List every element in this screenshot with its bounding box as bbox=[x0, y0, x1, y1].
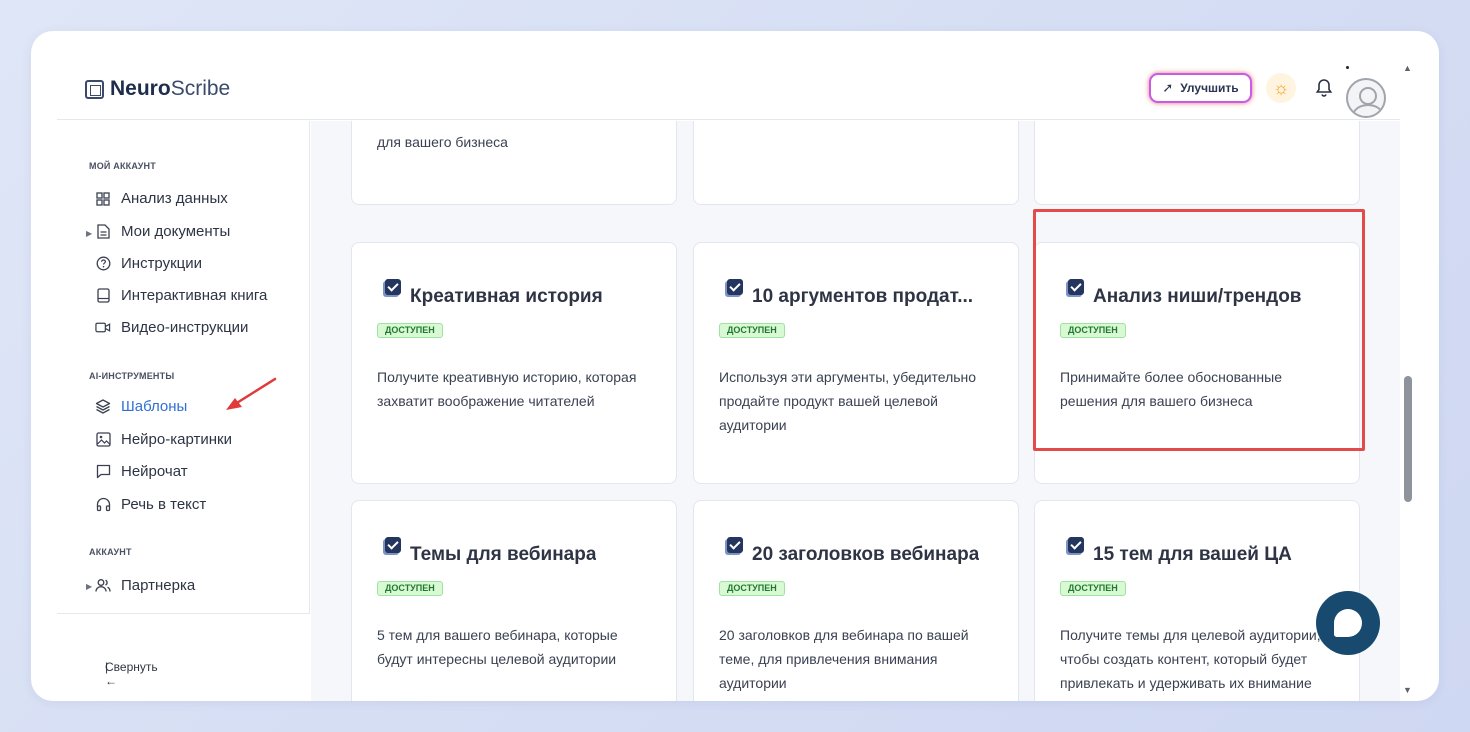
headphones-icon bbox=[95, 497, 111, 513]
sidebar-item-label: Интерактивная книга bbox=[121, 287, 268, 304]
sidebar: МОЙ АККАУНТ Анализ данных ▶ Мои документ… bbox=[57, 121, 310, 701]
card-title: 15 тем для вашей ЦА bbox=[1093, 544, 1292, 565]
sidebar-item-speech-to-text[interactable]: Речь в текст bbox=[95, 496, 206, 513]
sidebar-item-templates[interactable]: Шаблоны bbox=[95, 398, 187, 415]
template-card-niche-analysis[interactable]: Анализ ниши/трендов доступен Принимайте … bbox=[1034, 242, 1360, 484]
card-description: Получите креативную историю, которая зах… bbox=[377, 369, 637, 409]
card-description: Используя эти аргументы, убедительно про… bbox=[719, 369, 977, 433]
card-title: 10 аргументов продат... bbox=[752, 286, 974, 307]
sidebar-item-neuro-images[interactable]: Нейро-картинки bbox=[95, 431, 232, 448]
scroll-up-arrow-icon[interactable]: ▲ bbox=[1403, 63, 1412, 73]
sidebar-item-instructions[interactable]: Инструкции bbox=[95, 255, 202, 272]
sidebar-item-neurochat[interactable]: Нейрочат bbox=[95, 463, 188, 480]
theme-toggle-sun-icon[interactable]: ☼ bbox=[1266, 73, 1296, 103]
document-icon bbox=[95, 224, 111, 240]
sidebar-item-label: Партнерка bbox=[121, 577, 196, 594]
template-card[interactable] bbox=[693, 121, 1019, 205]
sidebar-item-data-analysis[interactable]: Анализ данных bbox=[95, 190, 228, 207]
sidebar-item-label: Видео-инструкции bbox=[121, 319, 249, 336]
expand-caret-icon[interactable]: ▶ bbox=[86, 582, 92, 591]
section-my-account: МОЙ АККАУНТ bbox=[89, 161, 156, 171]
card-title: Анализ ниши/трендов bbox=[1093, 286, 1302, 307]
sidebar-item-partner[interactable]: Партнерка bbox=[95, 577, 195, 594]
card-description: Принимайте более обоснованные решения дл… bbox=[1060, 369, 1282, 409]
collapse-label: Свернуть bbox=[105, 660, 158, 674]
template-card-audience-topics[interactable]: 15 тем для вашей ЦА доступен Получите те… bbox=[1034, 500, 1360, 701]
status-badge: доступен bbox=[377, 323, 443, 338]
sidebar-item-label: Нейрочат bbox=[121, 463, 188, 480]
sidebar-item-my-documents[interactable]: Мои документы bbox=[95, 223, 230, 240]
book-icon bbox=[95, 288, 111, 304]
layers-icon bbox=[95, 399, 111, 415]
status-badge: доступен bbox=[377, 581, 443, 596]
card-description: для вашего бизнеса bbox=[377, 134, 508, 150]
grid-icon bbox=[95, 191, 111, 207]
logo-icon bbox=[85, 79, 104, 99]
template-card[interactable] bbox=[1034, 121, 1360, 205]
logo-rest: Scribe bbox=[170, 77, 231, 100]
scroll-down-arrow-icon[interactable]: ▼ bbox=[1403, 685, 1412, 695]
chat-widget-button[interactable] bbox=[1316, 591, 1380, 655]
status-badge: доступен bbox=[1060, 581, 1126, 596]
template-card-sales-arguments[interactable]: 10 аргументов продат... доступен Использ… bbox=[693, 242, 1019, 484]
sidebar-item-label: Инструкции bbox=[121, 255, 203, 272]
card-title: Темы для вебинара bbox=[410, 544, 597, 565]
checkbox-icon bbox=[385, 279, 401, 295]
templates-grid: для вашего бизнеса Креативная история до… bbox=[311, 121, 1400, 701]
top-bar: NeuroScribe ➚ Улучшить ☼ bbox=[57, 31, 1400, 120]
expand-caret-icon[interactable]: ▶ bbox=[86, 229, 92, 238]
status-badge: доступен bbox=[719, 581, 785, 596]
help-icon bbox=[95, 256, 111, 272]
status-badge: доступен bbox=[719, 323, 785, 338]
logo-bold: Neuro bbox=[110, 77, 171, 100]
avatar[interactable] bbox=[1346, 78, 1386, 118]
checkbox-icon bbox=[727, 537, 743, 553]
sidebar-item-label: Шаблоны bbox=[121, 398, 188, 415]
video-icon bbox=[95, 320, 111, 336]
card-title: 20 заголовков вебинара bbox=[752, 544, 980, 565]
template-card[interactable]: для вашего бизнеса bbox=[351, 121, 677, 205]
sidebar-item-video-instructions[interactable]: Видео-инструкции bbox=[95, 319, 248, 336]
image-icon bbox=[95, 432, 111, 448]
template-card-webinar-topics[interactable]: Темы для вебинара доступен 5 тем для ваш… bbox=[351, 500, 677, 701]
users-icon bbox=[95, 578, 111, 594]
card-description: 5 тем для вашего вебинара, которые будут… bbox=[377, 627, 618, 667]
notification-dot bbox=[1346, 66, 1349, 69]
annotation-arrow bbox=[226, 377, 277, 410]
app-window: NeuroScribe ➚ Улучшить ☼ МОЙ АККАУНТ Ана… bbox=[31, 31, 1439, 701]
notifications-bell-icon[interactable] bbox=[1313, 77, 1335, 99]
logo[interactable]: NeuroScribe bbox=[85, 77, 230, 101]
checkbox-icon bbox=[1068, 537, 1084, 553]
checkbox-icon bbox=[727, 279, 743, 295]
card-title: Креативная история bbox=[410, 286, 603, 307]
sidebar-item-label: Мои документы bbox=[121, 223, 231, 240]
section-account: АККАУНТ bbox=[89, 547, 132, 557]
template-card-creative-story[interactable]: Креативная история доступен Получите кре… bbox=[351, 242, 677, 484]
card-description: Получите темы для целевой аудитории, что… bbox=[1060, 627, 1321, 691]
collapse-sidebar-button[interactable]: |← Свернуть bbox=[57, 613, 310, 701]
sidebar-item-label: Речь в текст bbox=[121, 496, 207, 513]
rocket-icon: ➚ bbox=[1162, 80, 1174, 95]
section-ai-tools: AI-ИНСТРУМЕНТЫ bbox=[89, 371, 175, 381]
scrollbar-thumb[interactable] bbox=[1404, 376, 1412, 502]
checkbox-icon bbox=[1068, 279, 1084, 295]
sidebar-item-interactive-book[interactable]: Интерактивная книга bbox=[95, 287, 267, 304]
chat-icon bbox=[95, 464, 111, 480]
status-badge: доступен bbox=[1060, 323, 1126, 338]
upgrade-button[interactable]: ➚ Улучшить bbox=[1149, 73, 1252, 103]
checkbox-icon bbox=[385, 537, 401, 553]
template-card-webinar-headlines[interactable]: 20 заголовков вебинара доступен 20 загол… bbox=[693, 500, 1019, 701]
upgrade-label: Улучшить bbox=[1180, 81, 1239, 95]
sidebar-item-label: Нейро-картинки bbox=[121, 431, 232, 448]
sidebar-item-label: Анализ данных bbox=[121, 190, 228, 207]
chat-bubble-icon bbox=[1334, 609, 1362, 637]
card-description: 20 заголовков для вебинара по вашей теме… bbox=[719, 627, 969, 691]
